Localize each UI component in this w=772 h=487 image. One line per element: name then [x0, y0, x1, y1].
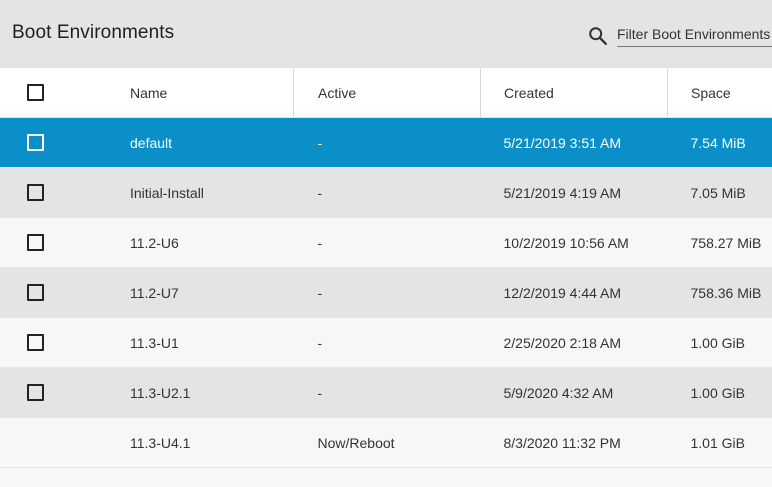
row-active: - — [293, 267, 481, 318]
select-all-checkbox-cell[interactable] — [0, 68, 94, 118]
row-created: 12/2/2019 4:44 AM — [480, 267, 668, 318]
row-checkbox-cell[interactable] — [0, 317, 94, 368]
row-checkbox-cell[interactable] — [0, 267, 94, 318]
row-name: 11.3-U4.1 — [94, 417, 294, 468]
table-row[interactable]: 11.3-U4.1 Now/Reboot 8/3/2020 11:32 PM 1.01… — [0, 417, 772, 468]
row-active: - — [293, 117, 481, 168]
row-created: 5/21/2019 4:19 AM — [480, 167, 668, 218]
row-name: 11.3-U1 — [94, 317, 294, 368]
column-header-active[interactable]: Active — [293, 68, 481, 118]
page-header: Boot Environments — [0, 0, 772, 68]
filter-input[interactable] — [617, 22, 772, 47]
row-space: 1.00 GiB — [667, 367, 772, 418]
row-created: 2/25/2020 2:18 AM — [480, 317, 668, 368]
row-active: - — [293, 367, 481, 418]
row-name: 11.3-U2.1 — [94, 367, 294, 418]
row-active: - — [293, 167, 481, 218]
column-header-name[interactable]: Name — [94, 68, 294, 118]
table-row[interactable]: default -5/21/2019 3:51 AM 7.54 MiB — [0, 117, 772, 168]
row-active: Now/Reboot — [293, 417, 481, 468]
row-active: - — [293, 217, 481, 268]
row-space: 758.27 MiB — [667, 217, 772, 268]
page-title: Boot Environments — [12, 22, 175, 43]
row-space: 7.05 MiB — [667, 167, 772, 218]
row-checkbox-cell[interactable] — [0, 367, 94, 418]
table-row[interactable]: 11.3-U2.1-5/9/2020 4:32 AM 1.00 GiB — [0, 367, 772, 418]
search-icon[interactable] — [587, 25, 609, 47]
row-name: 11.2-U6 — [94, 217, 294, 268]
row-created: 5/9/2020 4:32 AM — [480, 367, 668, 418]
row-checkbox-cell[interactable] — [0, 117, 94, 168]
row-created: 5/21/2019 3:51 AM — [480, 117, 668, 168]
row-checkbox-cell — [0, 417, 94, 468]
row-checkbox[interactable] — [27, 234, 44, 252]
row-space: 758.36 MiB — [667, 267, 772, 318]
row-active: - — [293, 317, 481, 368]
row-checkbox[interactable] — [27, 134, 44, 152]
row-name: 11.2-U7 — [94, 267, 294, 318]
column-header-space[interactable]: Space — [667, 68, 772, 118]
row-checkbox[interactable] — [27, 284, 44, 302]
row-space: 1.00 GiB — [667, 317, 772, 368]
select-all-checkbox[interactable] — [27, 84, 44, 102]
row-name: default — [94, 117, 294, 168]
table-row[interactable]: Initial-Install -5/21/2019 4:19 AM 7.05 Mi… — [0, 167, 772, 218]
row-name: Initial-Install — [94, 167, 294, 218]
boot-environments-table: Name Active Created Space default -5/21/2… — [0, 68, 772, 468]
table-row[interactable]: 11.3-U1-2/25/2020 2:18 AM 1.00 GiB — [0, 317, 772, 368]
row-created: 10/2/2019 10:56 AM — [480, 217, 668, 268]
row-space: 1.01 GiB — [667, 417, 772, 468]
column-header-created[interactable]: Created — [480, 68, 668, 118]
table-header-row: Name Active Created Space — [0, 68, 772, 118]
row-checkbox-cell[interactable] — [0, 167, 94, 218]
row-checkbox[interactable] — [27, 334, 44, 352]
row-created: 8/3/2020 11:32 PM — [480, 417, 668, 468]
table-row[interactable]: 11.2-U6-10/2/2019 10:56 AM 758.27 MiB — [0, 217, 772, 268]
row-checkbox[interactable] — [27, 384, 44, 402]
table-row[interactable]: 11.2-U7-12/2/2019 4:44 AM 758.36 MiB — [0, 267, 772, 318]
row-checkbox-cell[interactable] — [0, 217, 94, 268]
row-checkbox[interactable] — [27, 184, 44, 202]
row-space: 7.54 MiB — [667, 117, 772, 168]
